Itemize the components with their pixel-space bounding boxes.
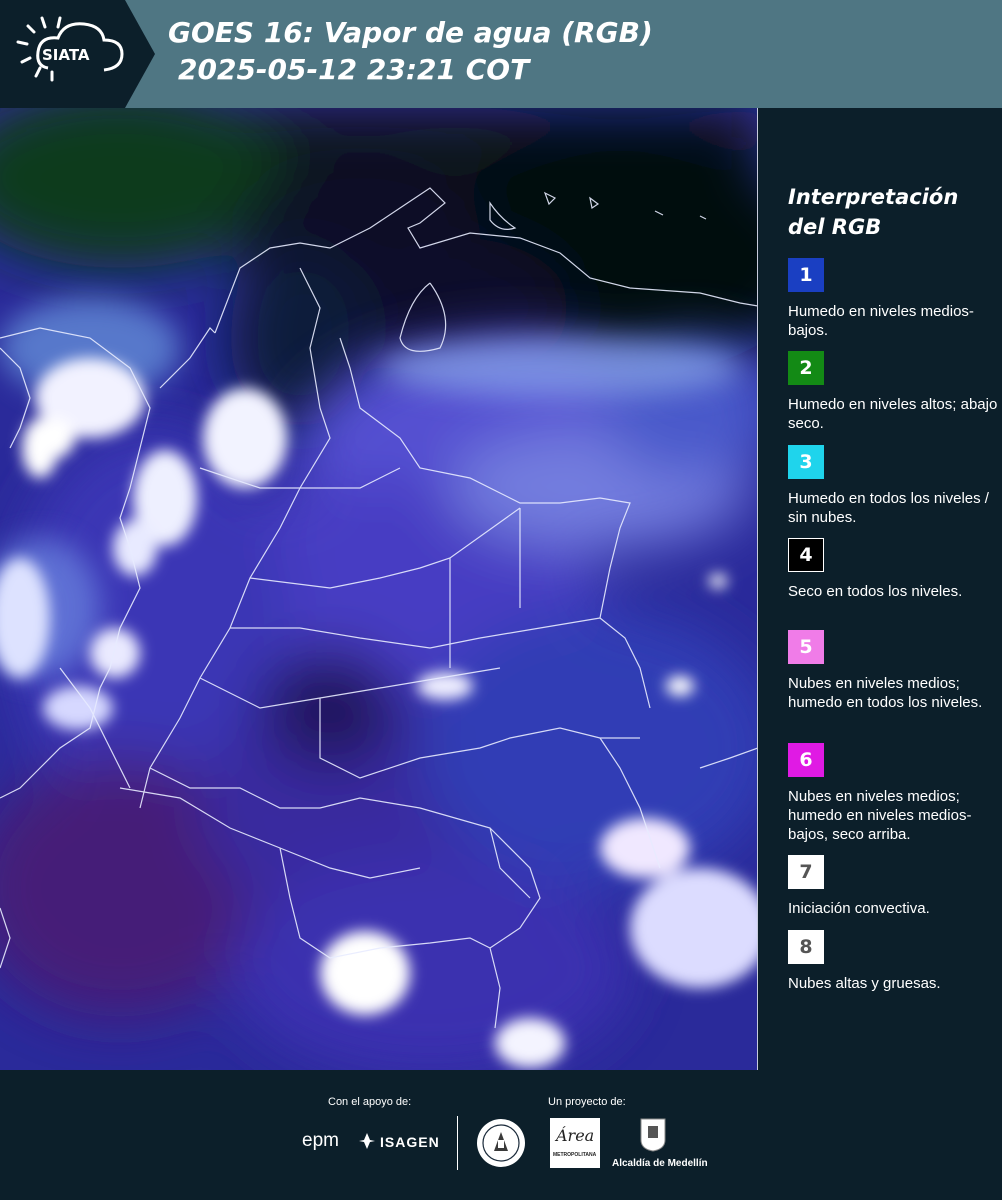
page-title: GOES 16: Vapor de agua (RGB) 2025-05-12 … bbox=[168, 14, 653, 88]
legend-swatch-1: 1 bbox=[788, 258, 824, 292]
project-label: Un proyecto de: bbox=[548, 1096, 626, 1108]
legend-swatch-5: 5 bbox=[788, 630, 824, 664]
legend-panel: Interpretación del RGB 1 Humedo en nivel… bbox=[758, 108, 1002, 1070]
legend-item-5: 5 Nubes en niveles medios; humedo en tod… bbox=[788, 630, 998, 712]
area-logo-text: Área bbox=[556, 1126, 595, 1145]
legend-item-6: 6 Nubes en niveles medios; humedo en niv… bbox=[788, 743, 998, 844]
epm-logo-text: epm bbox=[302, 1130, 339, 1151]
area-logo-sub: METROPOLITANA bbox=[553, 1152, 597, 1158]
legend-text-8: Nubes altas y gruesas. bbox=[788, 975, 941, 992]
legend-text-6: Nubes en niveles medios; humedo en nivel… bbox=[788, 788, 972, 843]
header-bar: SIATA GOES 16: Vapor de agua (RGB) 2025-… bbox=[0, 0, 1002, 108]
legend-item-1: 1 Humedo en niveles medios-bajos. bbox=[788, 258, 998, 340]
legend-item-4: 4 Seco en todos los niveles. bbox=[788, 538, 998, 601]
footer: Con el apoyo de: Un proyecto de: epm ISA… bbox=[0, 1070, 1002, 1200]
legend-text-3: Humedo en todos los niveles / sin nubes. bbox=[788, 490, 989, 526]
alcaldia-shield-icon bbox=[640, 1118, 666, 1152]
satellite-map bbox=[0, 108, 758, 1070]
legend-swatch-7: 7 bbox=[788, 855, 824, 889]
footer-divider bbox=[457, 1116, 458, 1170]
legend-title: Interpretación del RGB bbox=[788, 185, 959, 239]
legend-text-4: Seco en todos los niveles. bbox=[788, 583, 963, 600]
isagen-logo-icon bbox=[358, 1132, 376, 1150]
alcaldia-logo-text: Alcaldía de Medellín bbox=[612, 1158, 708, 1169]
legend-text-5: Nubes en niveles medios; humedo en todos… bbox=[788, 675, 983, 711]
legend-swatch-3: 3 bbox=[788, 445, 824, 479]
legend-swatch-4: 4 bbox=[788, 538, 824, 572]
seal-logo-icon bbox=[476, 1118, 526, 1168]
title-line-1: GOES 16: Vapor de agua (RGB) bbox=[168, 16, 653, 49]
area-metropolitana-logo: Área METROPOLITANA bbox=[550, 1118, 600, 1168]
legend-swatch-6: 6 bbox=[788, 743, 824, 777]
legend-item-3: 3 Humedo en todos los niveles / sin nube… bbox=[788, 445, 998, 527]
legend-text-2: Humedo en niveles altos; abajo seco. bbox=[788, 396, 998, 432]
siata-logo: SIATA bbox=[0, 0, 155, 108]
legend-text-1: Humedo en niveles medios-bajos. bbox=[788, 303, 974, 339]
isagen-logo-text: ISAGEN bbox=[380, 1134, 440, 1150]
support-label: Con el apoyo de: bbox=[328, 1096, 412, 1108]
epm-logo: epm bbox=[302, 1130, 339, 1152]
legend-text-7: Iniciación convectiva. bbox=[788, 900, 930, 917]
legend-item-8: 8 Nubes altas y gruesas. bbox=[788, 930, 998, 993]
title-line-2: 2025-05-12 23:21 COT bbox=[178, 53, 530, 86]
legend-swatch-2: 2 bbox=[788, 351, 824, 385]
legend-item-2: 2 Humedo en niveles altos; abajo seco. bbox=[788, 351, 998, 433]
legend-swatch-8: 8 bbox=[788, 930, 824, 964]
siata-logo-text: SIATA bbox=[42, 46, 90, 64]
legend-item-7: 7 Iniciación convectiva. bbox=[788, 855, 998, 918]
